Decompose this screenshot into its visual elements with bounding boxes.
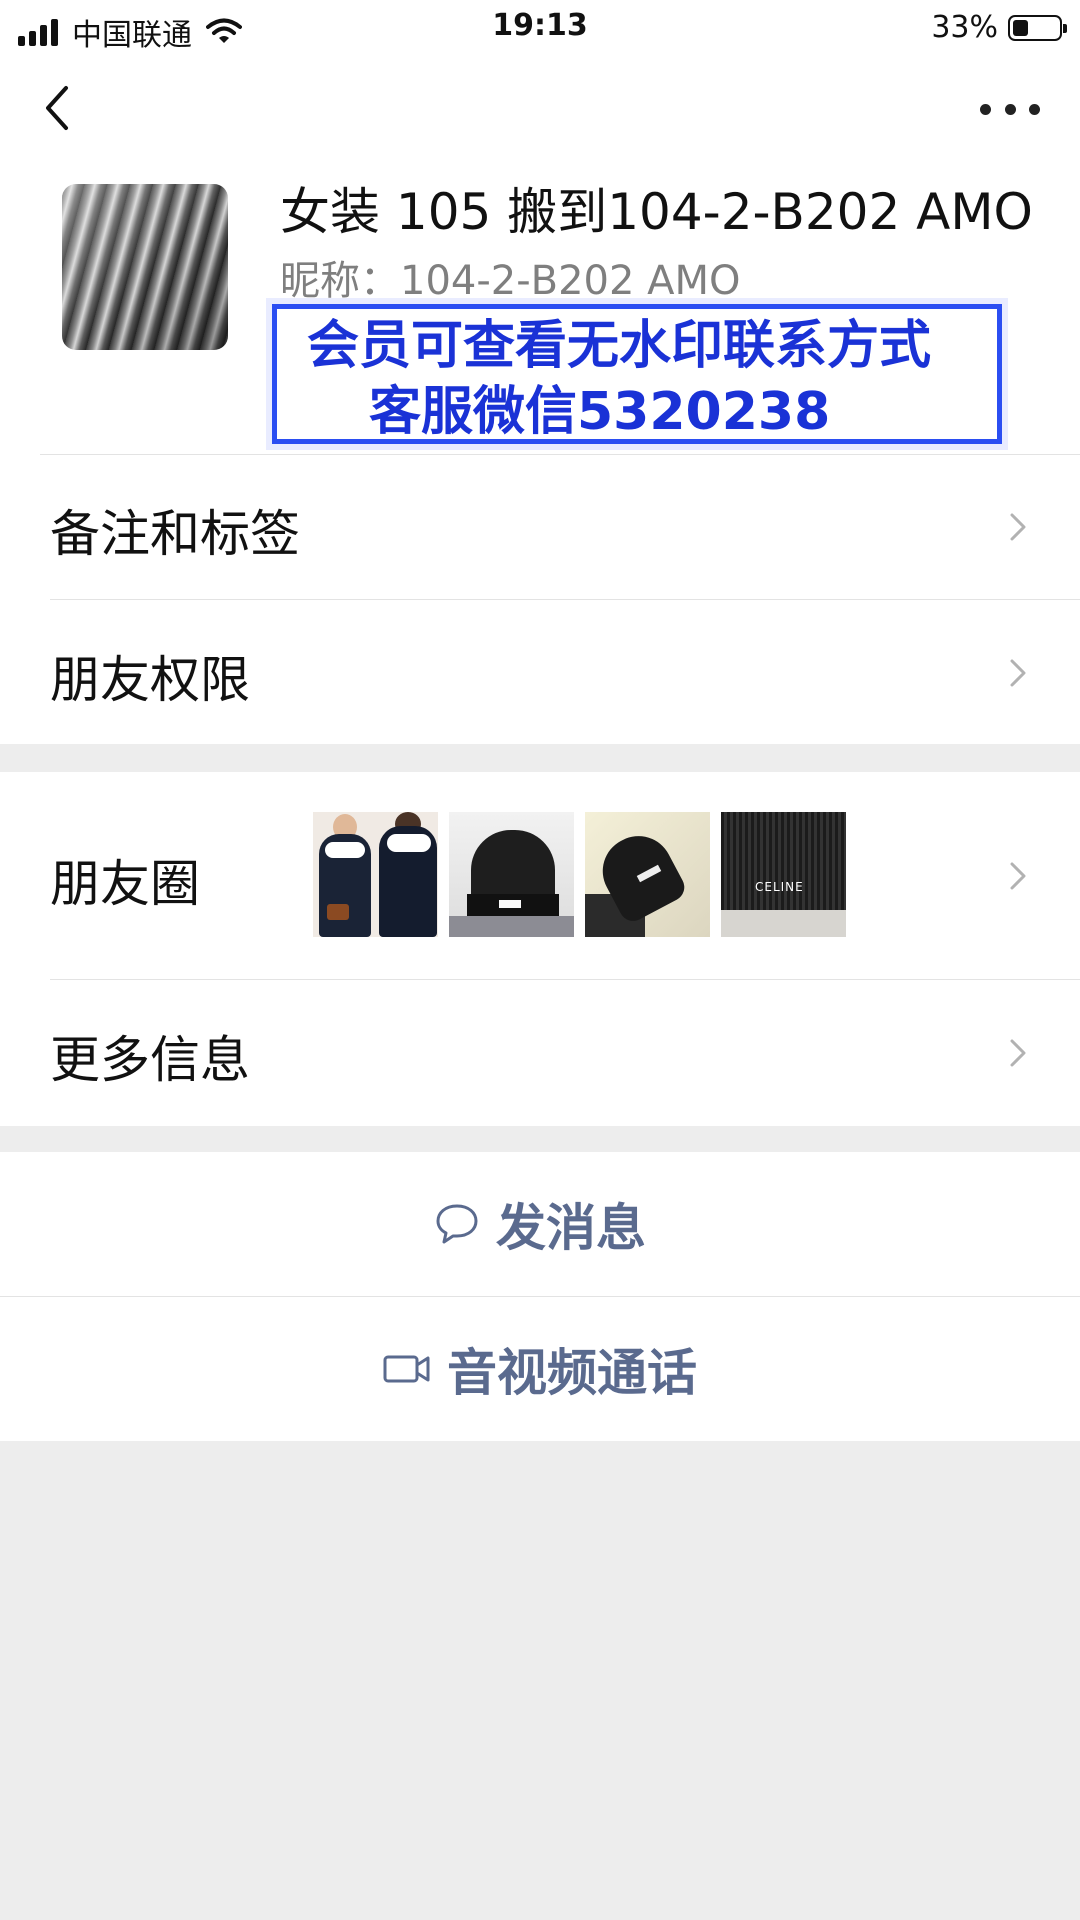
chevron-right-icon xyxy=(1010,1039,1026,1067)
video-call-label: 音视频通话 xyxy=(447,1344,697,1402)
ellipsis-icon xyxy=(1029,103,1040,115)
video-camera-icon xyxy=(383,1355,430,1383)
settings-group-2: 朋友圈 CELINE 更多信息 xyxy=(0,772,1080,1126)
video-call-button[interactable]: 音视频通话 xyxy=(0,1297,1080,1441)
settings-group-1: 备注和标签 朋友权限 xyxy=(0,454,1080,744)
watermark-line-1: 会员可查看无水印联系方式 xyxy=(307,316,932,376)
status-time: 19:13 xyxy=(492,8,588,43)
more-info-row[interactable]: 更多信息 xyxy=(0,980,1080,1126)
moments-row[interactable]: 朋友圈 CELINE xyxy=(0,772,1080,980)
moments-thumbnails: CELINE xyxy=(313,812,846,937)
back-button[interactable] xyxy=(36,78,80,138)
send-message-button[interactable]: 发消息 xyxy=(0,1152,1080,1296)
contact-nickname: 昵称：104-2-B202 AMO xyxy=(280,258,741,304)
more-options-button[interactable] xyxy=(980,94,1040,124)
watermark-line-2: 客服微信5320238 xyxy=(369,382,831,442)
status-right: 33% xyxy=(931,10,1067,45)
remarks-tags-label: 备注和标签 xyxy=(50,505,300,563)
status-bar: 中国联通 19:13 33% xyxy=(0,0,1080,56)
moments-thumbnail[interactable]: CELINE xyxy=(721,812,846,937)
chevron-right-icon xyxy=(1010,659,1026,687)
chat-bubble-icon xyxy=(436,1204,478,1244)
avatar-shade xyxy=(62,184,228,350)
ellipsis-icon xyxy=(1004,103,1016,115)
battery-fill xyxy=(1013,19,1028,36)
moments-thumbnail[interactable] xyxy=(449,812,574,937)
contact-name: 女装 105 搬到104-2-B202 AMO xyxy=(280,183,1033,241)
battery-icon xyxy=(1008,14,1067,41)
nav-bar xyxy=(0,56,1080,166)
moments-thumbnail[interactable] xyxy=(585,812,710,937)
chevron-right-icon xyxy=(1010,862,1026,890)
friend-permissions-label: 朋友权限 xyxy=(50,651,250,709)
thumbnail-brand-text: CELINE xyxy=(755,880,804,894)
profile-header: 女装 105 搬到104-2-B202 AMO 昵称：104-2-B202 AM… xyxy=(0,166,1080,454)
friend-permissions-row[interactable]: 朋友权限 xyxy=(0,600,1080,746)
moments-label: 朋友圈 xyxy=(50,855,200,913)
send-message-label: 发消息 xyxy=(496,1199,646,1257)
battery-percent: 33% xyxy=(931,10,998,45)
more-info-label: 更多信息 xyxy=(50,1031,250,1089)
chevron-right-icon xyxy=(1010,513,1026,541)
chevron-left-icon xyxy=(46,86,68,130)
ellipsis-icon xyxy=(980,103,991,115)
moments-thumbnail[interactable] xyxy=(313,812,438,937)
remarks-tags-row[interactable]: 备注和标签 xyxy=(0,454,1080,600)
watermark-overlay: 会员可查看无水印联系方式 客服微信5320238 xyxy=(272,304,1002,444)
avatar[interactable] xyxy=(62,184,228,350)
